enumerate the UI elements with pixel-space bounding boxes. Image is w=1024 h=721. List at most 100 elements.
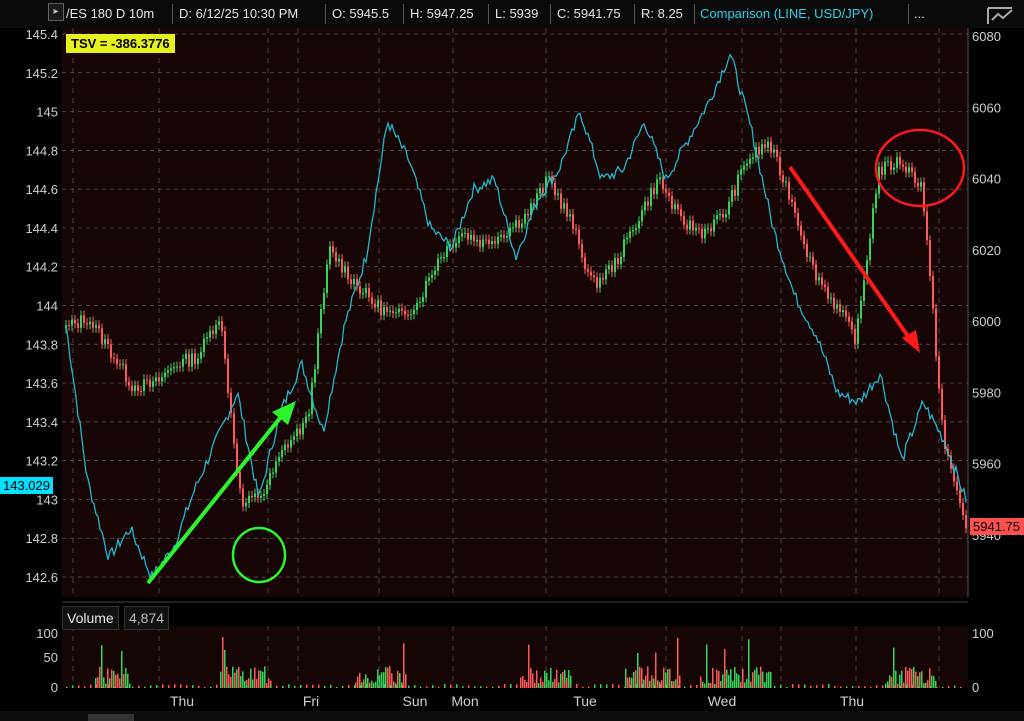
- volume-bar: [117, 673, 119, 688]
- volume-bar: [758, 674, 760, 688]
- volume-bar: [330, 684, 332, 688]
- candle-body: [692, 220, 694, 231]
- candle-body: [842, 310, 844, 313]
- candle-body: [635, 228, 637, 231]
- volume-bar: [891, 676, 893, 688]
- candle-body: [734, 189, 736, 196]
- candle-body: [803, 235, 805, 245]
- volume-bar: [918, 686, 920, 688]
- candle-body: [335, 252, 337, 262]
- volume-bar: [677, 637, 679, 688]
- volume-bar: [666, 684, 668, 688]
- volume-bar: [706, 644, 708, 688]
- candle-body: [80, 315, 82, 328]
- volume-bar: [636, 684, 638, 688]
- volume-bar: [204, 686, 206, 688]
- candle-body: [581, 244, 583, 258]
- candle-body: [965, 515, 967, 529]
- candle-body: [173, 367, 175, 369]
- volume-bar: [903, 682, 905, 688]
- volume-bar: [111, 669, 113, 688]
- candle-body: [92, 321, 94, 328]
- candle-body: [848, 316, 850, 322]
- candle-body: [881, 166, 883, 175]
- volume-bar: [704, 683, 706, 688]
- candle-body: [251, 495, 253, 498]
- candle-body: [392, 310, 394, 313]
- candle-body: [368, 288, 370, 298]
- volume-bar: [468, 685, 470, 688]
- volume-bar: [536, 670, 538, 688]
- volume-bar: [570, 685, 572, 688]
- candle-body: [608, 265, 610, 270]
- volume-bar: [651, 675, 653, 688]
- volume-bar: [312, 684, 314, 688]
- volume-bar: [718, 671, 720, 688]
- volume-bar: [618, 684, 620, 688]
- tsv-indicator-badge: TSV = -386.3776: [66, 34, 175, 53]
- candle-body: [98, 325, 100, 329]
- candle-body: [707, 228, 709, 230]
- volume-bar: [901, 670, 903, 688]
- candle-body: [851, 321, 853, 330]
- candle-body: [362, 293, 364, 295]
- candle-body: [287, 444, 289, 448]
- candle-body: [863, 280, 865, 301]
- volume-bar: [756, 685, 758, 688]
- candle-body: [170, 368, 172, 371]
- candle-body: [902, 164, 904, 167]
- volume-bar: [750, 686, 752, 688]
- horizontal-scrollbar[interactable]: [0, 711, 1024, 721]
- volume-bar: [696, 685, 698, 688]
- volume-bar: [516, 684, 518, 688]
- candle-body: [185, 353, 187, 360]
- volume-bar: [254, 667, 256, 688]
- right-price-axis[interactable]: 60806060604060206000598059605940: [967, 28, 1001, 597]
- candle-body: [893, 167, 895, 170]
- volume-bar: [730, 669, 732, 688]
- candle-body: [131, 385, 133, 392]
- volume-label: Volume: [62, 606, 119, 630]
- volume-bar: [387, 667, 389, 688]
- candle-body: [560, 193, 562, 209]
- candle-body: [389, 310, 391, 312]
- volume-bar: [764, 682, 766, 688]
- candle-body: [200, 351, 202, 359]
- volume-bar: [462, 686, 464, 688]
- volume-bar: [544, 670, 546, 688]
- candle-body: [239, 471, 241, 489]
- candle-body: [428, 277, 430, 281]
- candle-body: [761, 144, 763, 155]
- candle-body: [578, 229, 580, 245]
- scrollbar-thumb[interactable]: [88, 714, 134, 721]
- volume-bar: [909, 667, 911, 688]
- time-axis-label: Mon: [451, 693, 478, 709]
- volume-bar: [268, 678, 270, 688]
- candle-body: [920, 182, 922, 187]
- candle-body: [407, 314, 409, 316]
- candle-body: [887, 161, 889, 163]
- volume-bar: [234, 685, 236, 688]
- candle-body: [341, 258, 343, 273]
- volume-bar: [894, 686, 896, 688]
- volume-bar: [612, 684, 614, 688]
- volume-bar: [156, 685, 158, 688]
- candle-body: [101, 328, 103, 344]
- volume-bar: [655, 652, 657, 688]
- time-axis[interactable]: Thu Fri Sun Mon Tue Wed Thu: [170, 693, 864, 709]
- price-plot-background: [62, 28, 968, 597]
- time-axis-label: Fri: [303, 693, 319, 709]
- left-price-axis[interactable]: 145.4 145.2 145 144.8 144.6 144.4 144.2 144 143.…: [25, 27, 58, 585]
- volume-bar: [174, 684, 176, 688]
- candle-body: [158, 377, 160, 382]
- candle-body: [473, 234, 475, 242]
- volume-bar: [645, 675, 647, 688]
- volume-bar: [379, 674, 381, 688]
- candle-body: [377, 300, 379, 308]
- left-axis-tick-label: 143.8: [25, 337, 58, 352]
- left-axis-tick-label: 144.6: [25, 182, 58, 197]
- volume-bar: [324, 685, 326, 688]
- volume-bar: [90, 684, 92, 688]
- candle-body: [68, 324, 70, 326]
- volume-bar: [675, 679, 677, 688]
